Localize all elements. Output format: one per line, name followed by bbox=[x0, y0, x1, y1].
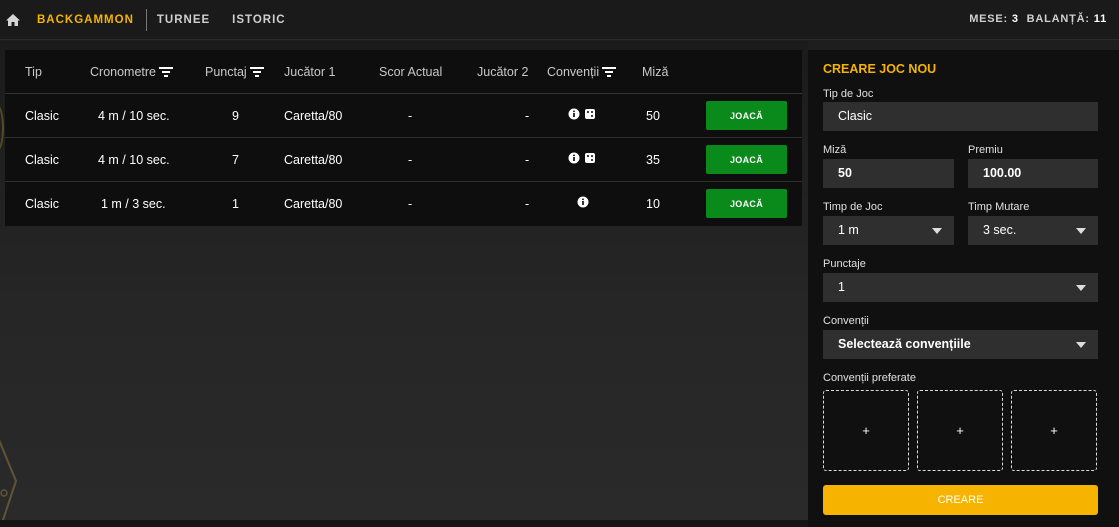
chevron-down-icon bbox=[1076, 342, 1086, 348]
points-label: Punctaje bbox=[823, 258, 866, 270]
game-time-label: Timp de Joc bbox=[823, 201, 883, 213]
decorative-ring bbox=[0, 103, 4, 153]
chevron-down-icon bbox=[932, 228, 942, 234]
cell-miza: 50 bbox=[646, 109, 660, 123]
col-jucator2: Jucător 2 bbox=[477, 65, 529, 79]
nav-turnee[interactable]: TURNEE bbox=[157, 14, 210, 26]
nav-divider bbox=[145, 9, 147, 31]
cell-jucator2: - bbox=[525, 153, 530, 167]
preferred-convention-slot[interactable]: + bbox=[1011, 390, 1097, 471]
col-tip: Tip bbox=[25, 65, 42, 79]
stake-input[interactable]: 50 bbox=[823, 159, 954, 188]
game-type-field[interactable]: Clasic bbox=[823, 102, 1098, 131]
cell-conventii bbox=[568, 108, 596, 120]
move-time-label: Timp Mutare bbox=[968, 201, 1030, 213]
info-icon[interactable] bbox=[577, 196, 589, 208]
conventions-value: Selectează convențiile bbox=[838, 337, 971, 351]
col-cronometre[interactable]: Cronometre bbox=[90, 65, 173, 79]
tables-label: MESE: bbox=[969, 13, 1009, 25]
cell-cronometre: 4 m / 10 sec. bbox=[98, 109, 170, 123]
nav-backgammon[interactable]: BACKGAMMON bbox=[37, 14, 134, 26]
col-punctaj[interactable]: Punctaj bbox=[205, 65, 264, 79]
cell-tip: Clasic bbox=[25, 109, 60, 123]
points-value: 1 bbox=[838, 280, 845, 294]
col-jucator1: Jucător 1 bbox=[284, 65, 336, 79]
cell-miza: 35 bbox=[646, 153, 660, 167]
info-icon[interactable] bbox=[568, 108, 580, 120]
col-scor-actual: Scor Actual bbox=[379, 65, 443, 79]
decorative-dice-outline bbox=[0, 439, 18, 527]
preferred-convention-slot[interactable]: + bbox=[823, 390, 909, 471]
move-time-value: 3 sec. bbox=[983, 223, 1017, 237]
dice-icon[interactable] bbox=[584, 152, 596, 164]
game-time-value: 1 m bbox=[838, 223, 859, 237]
cell-conventii bbox=[577, 196, 589, 208]
cell-jucator1: Caretta/80 bbox=[284, 197, 343, 211]
create-game-panel: CREARE JOC NOU Tip de Joc Clasic Miză 50… bbox=[808, 50, 1119, 527]
info-icon[interactable] bbox=[568, 152, 580, 164]
chevron-down-icon bbox=[1076, 285, 1086, 291]
top-bar: BACKGAMMON TURNEE ISTORIC MESE: 3 BALANȚ… bbox=[0, 0, 1119, 40]
game-type-label: Tip de Joc bbox=[823, 88, 874, 100]
table-header: Tip Cronometre Punctaj Jucător 1 Scor Ac… bbox=[5, 50, 802, 94]
col-conventii[interactable]: Convenții bbox=[547, 65, 617, 79]
cell-punctaj: 7 bbox=[232, 153, 239, 167]
cell-jucator2: - bbox=[525, 197, 530, 211]
cell-punctaj: 1 bbox=[232, 197, 239, 211]
nav-istoric[interactable]: ISTORIC bbox=[232, 14, 285, 26]
prize-label: Premiu bbox=[968, 144, 1003, 156]
col-cronometre-label: Cronometre bbox=[90, 65, 156, 79]
cell-conventii bbox=[568, 152, 596, 164]
cell-jucator2: - bbox=[525, 109, 530, 123]
cell-tip: Clasic bbox=[25, 153, 60, 167]
conventions-label: Convenții bbox=[823, 315, 869, 327]
filter-icon[interactable] bbox=[249, 67, 264, 77]
col-conventii-label: Convenții bbox=[547, 65, 600, 79]
balance-value: 11 bbox=[1093, 13, 1107, 25]
account-stats: MESE: 3 BALANȚĂ: 11 bbox=[969, 13, 1107, 25]
cell-punctaj: 9 bbox=[232, 109, 239, 123]
filter-icon[interactable] bbox=[159, 67, 173, 77]
bottom-edge bbox=[0, 520, 808, 527]
points-select[interactable]: 1 bbox=[823, 273, 1098, 302]
main-nav: BACKGAMMON TURNEE ISTORIC bbox=[37, 0, 286, 40]
cell-miza: 10 bbox=[646, 197, 660, 211]
create-button[interactable]: CREARE bbox=[823, 485, 1098, 515]
cell-scor: - bbox=[408, 197, 413, 211]
cell-cronometre: 1 m / 3 sec. bbox=[101, 197, 166, 211]
preferred-conventions-label: Convenții preferate bbox=[823, 372, 916, 384]
cell-tip: Clasic bbox=[25, 197, 60, 211]
col-punctaj-label: Punctaj bbox=[205, 65, 247, 79]
cell-jucator1: Caretta/80 bbox=[284, 109, 343, 123]
balance-label: BALANȚĂ: bbox=[1026, 13, 1090, 25]
game-time-select[interactable]: 1 m bbox=[823, 216, 954, 245]
play-button[interactable]: JOACĂ bbox=[706, 145, 787, 174]
create-game-title: CREARE JOC NOU bbox=[823, 62, 937, 76]
col-miza: Miză bbox=[642, 65, 669, 79]
cell-scor: - bbox=[408, 109, 413, 123]
table-row: Clasic 1 m / 3 sec. 1 Caretta/80 - - 10 … bbox=[5, 182, 802, 226]
preferred-convention-slot[interactable]: + bbox=[917, 390, 1003, 471]
conventions-select[interactable]: Selectează convențiile bbox=[823, 330, 1098, 359]
play-button[interactable]: JOACĂ bbox=[706, 101, 787, 130]
stake-label: Miză bbox=[823, 144, 847, 156]
cell-cronometre: 4 m / 10 sec. bbox=[98, 153, 170, 167]
play-button[interactable]: JOACĂ bbox=[706, 189, 787, 218]
prize-field: 100.00 bbox=[968, 159, 1098, 188]
chevron-down-icon bbox=[1076, 228, 1086, 234]
home-icon[interactable] bbox=[5, 12, 21, 28]
table-row: Clasic 4 m / 10 sec. 7 Caretta/80 - - 35… bbox=[5, 138, 802, 182]
games-table: Tip Cronometre Punctaj Jucător 1 Scor Ac… bbox=[5, 50, 802, 226]
tables-value: 3 bbox=[1011, 13, 1019, 25]
table-row: Clasic 4 m / 10 sec. 9 Caretta/80 - - 50… bbox=[5, 94, 802, 138]
cell-scor: - bbox=[408, 153, 413, 167]
filter-icon[interactable] bbox=[602, 67, 617, 77]
move-time-select[interactable]: 3 sec. bbox=[968, 216, 1098, 245]
cell-jucator1: Caretta/80 bbox=[284, 153, 343, 167]
dice-icon[interactable] bbox=[584, 108, 596, 120]
